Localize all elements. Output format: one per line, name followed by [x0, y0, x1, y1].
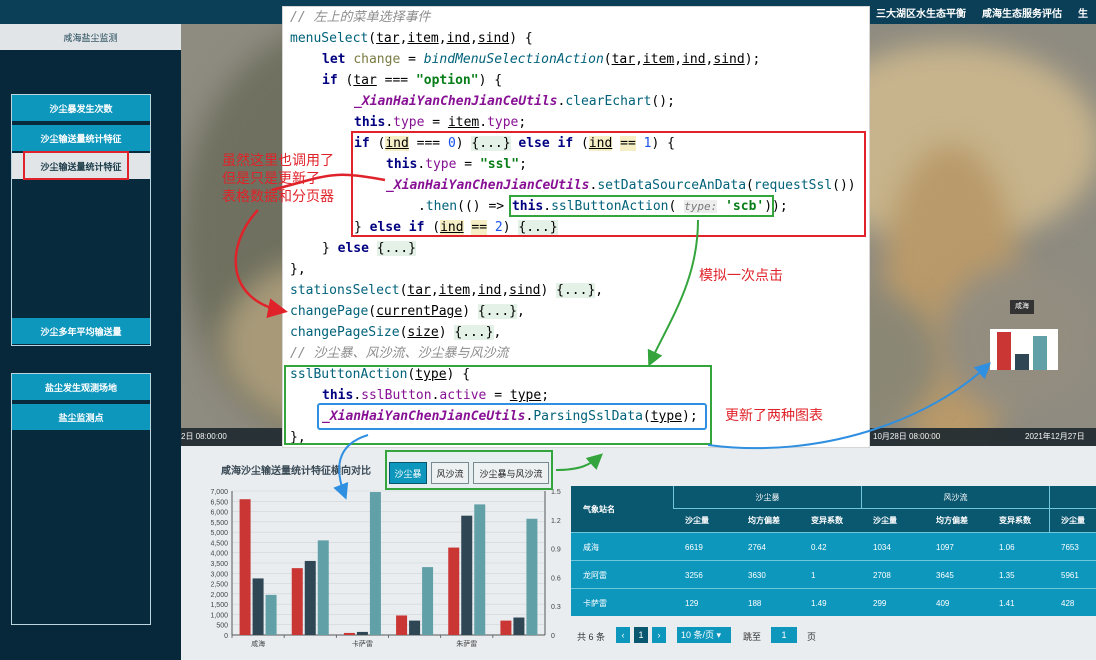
arrow-green-2 [555, 453, 603, 471]
arrow-blue-2 [707, 362, 991, 450]
screenshot-root: 盐 三大湖区水生态平衡 咸海生态服务评估 生 咸海盐尘监测 沙尘暴发生次数 沙尘… [0, 0, 1096, 660]
arrow-green-1 [647, 219, 699, 367]
arrow-blue-1 [333, 434, 369, 500]
arrow-red-2 [234, 209, 288, 319]
annotation-arrows [234, 173, 991, 500]
arrow-red-1 [271, 173, 386, 192]
